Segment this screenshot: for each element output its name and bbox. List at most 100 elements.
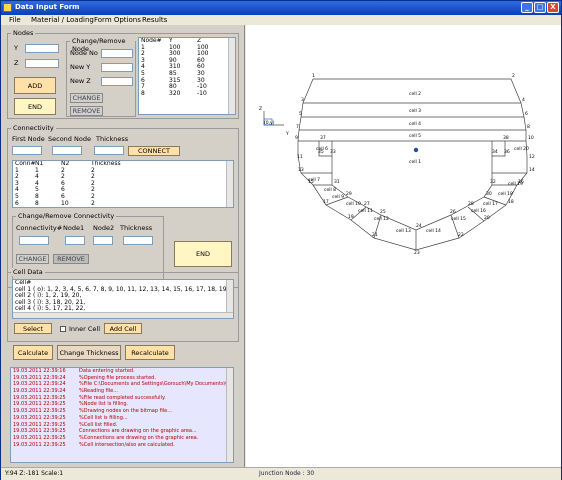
thick-input[interactable] (123, 236, 153, 245)
end-nodes-button[interactable]: END (14, 98, 56, 115)
window-title: Data Input Form (15, 3, 80, 11)
remove-connectivity-button[interactable]: REMOVE (53, 254, 89, 264)
node-label: 10 (528, 135, 534, 141)
connectivity-list[interactable]: Conn#N1 N2 Thickness 112224223462456258626… (12, 160, 234, 208)
inner-cell-checkbox[interactable] (60, 326, 66, 332)
cell-list-hscrollbar[interactable] (13, 312, 233, 318)
connectivity-row[interactable]: 4562 (13, 187, 233, 194)
hull-section-drawing[interactable]: ZY(0,y)cell 2cell 3cell 4cell 5cell 6cel… (246, 25, 561, 467)
node2-label: Node2 (93, 224, 115, 232)
change-node-group: Change/Remove Node Node No New Y New Z C… (66, 37, 136, 117)
log-list[interactable]: 19.03.2011 22:39:16 Data entering started… (10, 367, 234, 463)
menu-material-loading[interactable]: Material / Loading (31, 16, 94, 24)
node-row[interactable]: 2 300 100 (139, 51, 235, 58)
node-no-label: Node No (70, 49, 98, 57)
cell-label: cell 12 (374, 216, 389, 222)
node-label: 5 (299, 111, 302, 117)
node-row[interactable]: 3 90 60 (139, 56, 235, 65)
node2-input[interactable] (93, 236, 113, 245)
change-thickness-button[interactable]: Change Thickness (57, 345, 121, 360)
origin-label: (0,y) (264, 120, 275, 126)
remove-node-button[interactable]: REMOVE (70, 106, 103, 116)
new-z-input[interactable] (101, 77, 133, 86)
node-row[interactable]: 5 85 30 (139, 70, 235, 78)
node-cell: 320 (169, 89, 181, 97)
second-node-label: Second Node (48, 135, 91, 143)
cell-label: cell 15 (451, 216, 466, 222)
new-y-input[interactable] (101, 63, 133, 72)
y-input[interactable] (25, 44, 59, 53)
connectivity-cell: 2 (91, 166, 95, 174)
node-cell: 6 (141, 76, 145, 84)
log-message: %Connections are drawing on the graphic … (79, 434, 199, 441)
select-button[interactable]: Select (14, 323, 52, 334)
log-scrollbar[interactable] (226, 368, 233, 462)
node-label: 27 (364, 201, 370, 207)
axis-y-label: Y (285, 131, 289, 137)
conn-no-input[interactable] (19, 236, 49, 245)
cell-list[interactable]: Cell# cell 1 ( o): 1, 2, 3, 4, 5, 6, 7, … (12, 279, 234, 319)
node-list-scrollbar[interactable] (228, 38, 235, 114)
log-message: Connections are drawing on the graphic a… (79, 428, 197, 435)
log-timestamp: 19.03.2011 22:39:24 (13, 381, 66, 388)
connect-button[interactable]: CONNECT (128, 146, 180, 156)
first-node-label: First Node (12, 135, 45, 143)
z-label: Z (14, 59, 19, 67)
node-label: 28 (468, 201, 474, 207)
node-row[interactable]: 1 100 100 (139, 44, 235, 52)
menu-form-options[interactable]: Form Options (94, 16, 141, 24)
change-connectivity-button[interactable]: CHANGE (16, 254, 49, 264)
thickness-col-header: Thickness (91, 160, 121, 167)
node-row[interactable]: 7 80 -10 (139, 84, 235, 91)
log-message: Data entering started. (79, 368, 135, 374)
connectivity-row[interactable]: 1122 (13, 166, 233, 175)
cell-label: cell 13 (396, 228, 411, 234)
close-button[interactable]: X (547, 2, 559, 13)
second-node-input[interactable] (52, 146, 82, 155)
maximize-button[interactable]: □ (534, 2, 546, 13)
cell-label: cell 14 (426, 228, 441, 234)
node-cell: 7 (141, 83, 145, 91)
node1-label: Node1 (63, 224, 85, 232)
node1-input[interactable] (65, 236, 85, 245)
change-node-button[interactable]: CHANGE (70, 93, 103, 103)
connectivity-caption: Connectivity (11, 124, 56, 132)
node-label: 20 (484, 215, 490, 221)
calculate-button[interactable]: Calculate (13, 345, 53, 360)
log-timestamp: 19.03.2011 22:39:25 (13, 421, 66, 428)
add-cell-button[interactable]: Add Cell (104, 323, 142, 334)
minimize-button[interactable]: _ (521, 2, 533, 13)
add-node-button[interactable]: ADD (14, 77, 56, 94)
connectivity-cell: 10 (61, 199, 69, 207)
node-row[interactable]: 8 320 -10 (139, 89, 235, 98)
connectivity-row[interactable]: 5862 (13, 193, 233, 201)
node-list[interactable]: Node# Y Z 1 100 100 2 300 100 3 90 60 4 310 60 5 85 30 6 3… (138, 37, 236, 115)
connectivity-row[interactable]: 2422 (13, 174, 233, 181)
end-connectivity-button[interactable]: END (174, 241, 232, 267)
thickness-input[interactable] (94, 146, 124, 155)
node-cell: 3 (141, 56, 145, 64)
new-z-label: New Z (70, 77, 91, 85)
connectivity-list-scrollbar[interactable] (226, 161, 233, 207)
node-row[interactable]: 6 315 30 (139, 76, 235, 85)
node-label: 2 (512, 73, 515, 79)
first-node-input[interactable] (12, 146, 42, 155)
node-label: 36 (504, 149, 510, 155)
drawing-canvas[interactable]: Z Y (0,y) cell 2 cell 3 cell 4 cell 5 cell 6 cel… (246, 25, 561, 467)
node-label: 37 (320, 135, 326, 141)
node-label: 1 (312, 73, 315, 79)
node-label: 24 (416, 223, 422, 229)
connectivity-row[interactable]: 3462 (13, 180, 233, 188)
log-timestamp: 19.03.2011 22:39:25 (13, 434, 66, 441)
menu-file[interactable]: File (9, 16, 21, 24)
node-no-input[interactable] (101, 49, 133, 58)
node-row[interactable]: 4 310 60 (139, 64, 235, 71)
connectivity-row[interactable]: 6 8 10 2 (13, 199, 233, 207)
z-input[interactable] (25, 59, 59, 68)
n2-col-header: N2 (61, 160, 70, 167)
menu-results[interactable]: Results (142, 16, 167, 24)
node-label: 8 (527, 124, 530, 130)
log-message: %Cell intersection/also are calculated. (79, 441, 175, 448)
axis-z-label: Z (259, 106, 262, 112)
recalculate-button[interactable]: Recalculate (125, 345, 175, 360)
